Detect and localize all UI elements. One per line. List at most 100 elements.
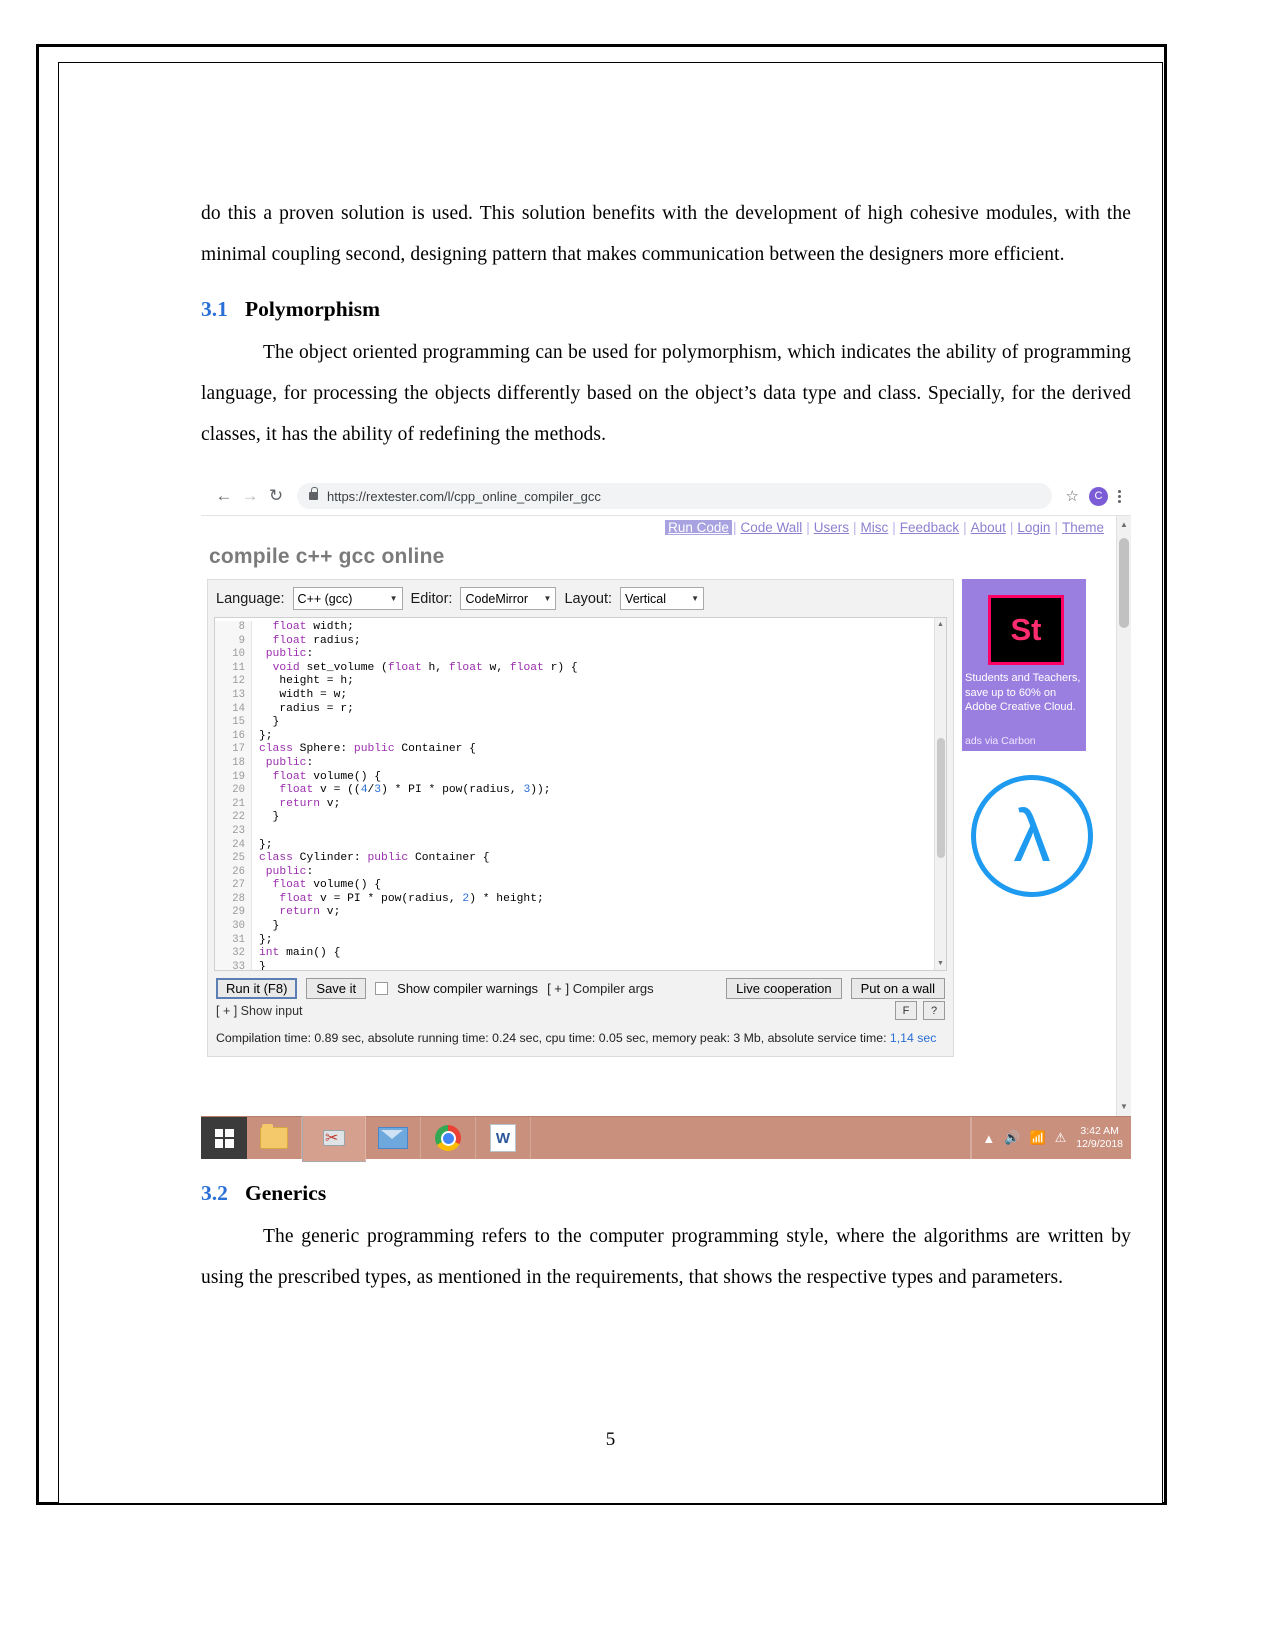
page-scrollbar[interactable]: ▲ ▼ [1116, 516, 1131, 1116]
taskbar-clock[interactable]: 3:42 AM 12/9/2018 [1076, 1125, 1131, 1151]
document-content: do this a proven solution is used. This … [201, 193, 1131, 1308]
adobe-stock-ad[interactable]: St Students and Teachers, save up to 60%… [962, 579, 1086, 751]
browser-toolbar: ← → ↻ https://rextester.com/l/cpp_online… [201, 477, 1131, 516]
code-editor[interactable]: 8 float width; 9 float radius; 10 public: 1… [214, 617, 947, 971]
snipping-tool-icon [321, 1127, 347, 1149]
code-line-text: class Cylinder: public Container { [259, 852, 490, 865]
language-select[interactable]: C++ (gcc) ▼ [292, 587, 403, 610]
taskbar-empty-area [531, 1117, 971, 1159]
layout-select[interactable]: Vertical ▼ [620, 587, 705, 610]
code-line-text: float v = PI * pow(radius, 2) * height; [279, 892, 544, 905]
system-tray: ▲ 🔊 📶 ⚠ [972, 1130, 1076, 1146]
taskbar-item-word[interactable]: W [476, 1117, 531, 1159]
language-label: Language: [216, 590, 285, 607]
nav-link-misc[interactable]: Misc [858, 520, 892, 535]
ad-column: St Students and Teachers, save up to 60%… [962, 579, 1102, 897]
heading-polymorphism-number: 3.1 [201, 297, 228, 321]
compilation-info-text: Compilation time: 0.89 sec, absolute run… [216, 1031, 890, 1045]
network-icon[interactable]: 📶 [1029, 1130, 1045, 1146]
tray-chevron-icon[interactable]: ▲ [982, 1131, 995, 1146]
ad-body-text: Students and Teachers, save up to 60% on… [965, 672, 1081, 713]
start-button[interactable] [201, 1117, 247, 1159]
code-line-number: 27 [215, 879, 252, 893]
code-line-number: 29 [215, 906, 252, 921]
code-line-number: 28 [215, 892, 252, 907]
page-viewport: ▲ ▼ Run Code | Code Wall | Users | Misc | Feedba… [201, 516, 1131, 1116]
mail-icon [378, 1127, 408, 1149]
code-line: 14 radius = r; [215, 702, 946, 717]
address-bar[interactable]: https://rextester.com/l/cpp_online_compi… [297, 483, 1052, 509]
code-line: 24}; [215, 838, 946, 853]
back-icon[interactable]: ← [211, 483, 237, 509]
help-button[interactable]: ? [923, 1001, 945, 1020]
run-button[interactable]: Run it (F8) [216, 978, 298, 999]
windows-taskbar: W ▲ 🔊 📶 ⚠ 3:42 AM 12/9/2018 [201, 1114, 1131, 1162]
code-line: 25 class Cylinder: public Container { [215, 852, 946, 866]
editor-column: Language: C++ (gcc) ▼ Editor: CodeMirror… [207, 579, 954, 1057]
site-nav: Run Code | Code Wall | Users | Misc | Feedback | A… [201, 516, 1131, 537]
put-on-wall-button[interactable]: Put on a wall [850, 978, 945, 999]
code-line-number: 25 [215, 852, 252, 866]
nav-link-run-code[interactable]: Run Code [665, 520, 732, 535]
code-scrollbar-thumb[interactable] [936, 738, 945, 858]
avatar[interactable]: C [1089, 486, 1108, 506]
compiler-args-toggle[interactable]: [ + ] Compiler args [547, 981, 654, 996]
code-line-text: public: [265, 865, 314, 878]
nav-link-code-wall[interactable]: Code Wall [737, 520, 805, 535]
nav-link-login[interactable]: Login [1014, 520, 1053, 535]
code-line: 13 width = w; [215, 688, 946, 703]
chevron-down-icon: ▼ [543, 594, 552, 603]
code-scroll-up-icon[interactable]: ▲ [935, 619, 946, 630]
lambda-logo-icon[interactable]: λ [971, 775, 1093, 897]
layout-value: Vertical [625, 591, 667, 606]
code-line-number: 26 [215, 865, 252, 880]
kebab-menu-icon[interactable] [1118, 488, 1121, 505]
heading-generics: 3.2 Generics [201, 1181, 1131, 1206]
code-line-number: 16 [215, 729, 252, 744]
taskbar-item-mail[interactable] [366, 1117, 421, 1159]
clock-date: 12/9/2018 [1076, 1138, 1123, 1150]
nav-link-feedback[interactable]: Feedback [897, 520, 962, 535]
taskbar-item-file-explorer[interactable] [247, 1117, 302, 1159]
code-scrollbar[interactable]: ▲ ▼ [934, 618, 946, 970]
taskbar-item-chrome[interactable] [421, 1117, 476, 1159]
volume-icon[interactable]: 🔊 [1004, 1130, 1020, 1146]
forward-icon[interactable]: → [237, 483, 263, 509]
code-scroll-down-icon[interactable]: ▼ [935, 958, 946, 969]
bookmark-star-icon[interactable]: ☆ [1066, 487, 1079, 505]
code-line: 9 float radius; [215, 634, 946, 649]
compilation-info: Compilation time: 0.89 sec, absolute run… [208, 1026, 953, 1056]
editor-select[interactable]: CodeMirror ▼ [460, 587, 557, 610]
code-line-number: 31 [215, 933, 252, 948]
taskbar-item-snipping-tool[interactable] [302, 1114, 366, 1162]
code-line-text: width = w; [259, 688, 348, 701]
code-line: 19 float volume() { [215, 770, 946, 785]
code-line: 32 int main() { [215, 947, 946, 961]
save-button[interactable]: Save it [306, 978, 367, 999]
scrollbar-thumb[interactable] [1119, 538, 1129, 628]
code-line: 12 height = h; [215, 675, 946, 689]
nav-link-theme[interactable]: Theme [1059, 520, 1107, 535]
live-cooperation-button[interactable]: Live cooperation [726, 978, 842, 999]
f-button[interactable]: F [895, 1001, 917, 1020]
code-line-text: } [259, 920, 280, 933]
code-line: 20 float v = ((4/3) * PI * pow(radius, 3… [215, 784, 946, 798]
code-line-text: height = h; [259, 675, 354, 688]
show-warnings-checkbox[interactable] [375, 982, 389, 995]
editor-label: Editor: [410, 590, 453, 607]
code-line: 10 public: [215, 648, 946, 662]
scroll-down-icon[interactable]: ▼ [1117, 1100, 1131, 1114]
code-line-text: void set_volume (float h, float w, float… [272, 661, 578, 674]
code-line-text: class Sphere: public Container { [259, 743, 476, 756]
scroll-up-icon[interactable]: ▲ [1117, 518, 1131, 532]
nav-link-about[interactable]: About [968, 520, 1009, 535]
shield-icon[interactable]: ⚠ [1055, 1130, 1067, 1146]
code-line: 23 [215, 824, 946, 839]
code-lines[interactable]: 8 float width; 9 float radius; 10 public: 1… [215, 618, 946, 970]
nav-link-users[interactable]: Users [811, 520, 852, 535]
code-line-number: 11 [215, 661, 252, 676]
windows-icon [214, 1128, 234, 1148]
reload-icon[interactable]: ↻ [263, 483, 289, 509]
code-line-number: 13 [215, 688, 252, 703]
show-input-toggle[interactable]: [ + ] Show input [216, 1004, 303, 1018]
